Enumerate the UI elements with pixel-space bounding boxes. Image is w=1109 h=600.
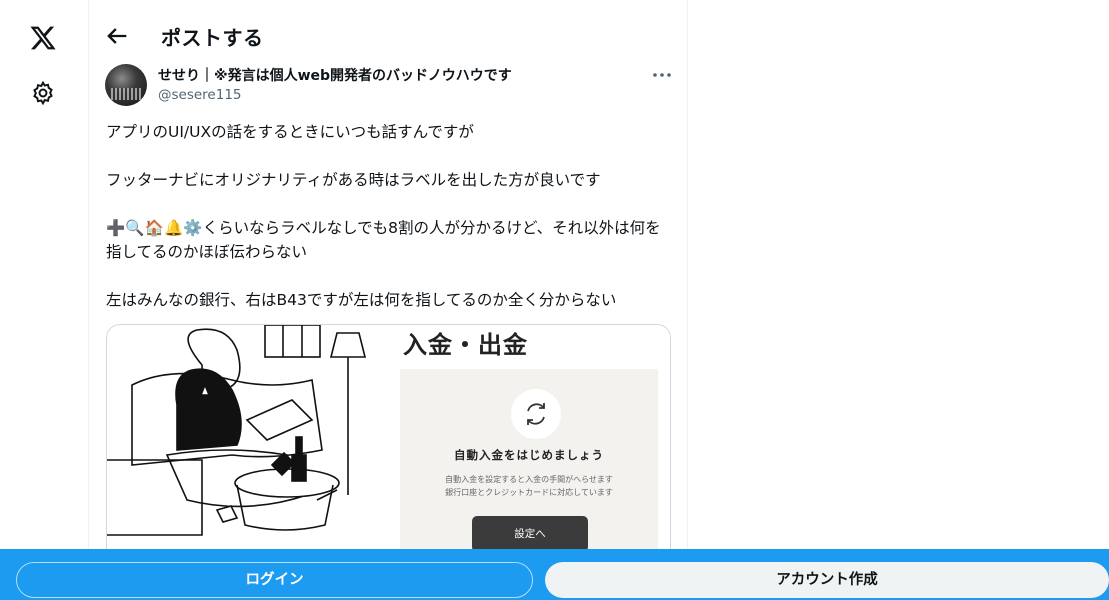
- screen-title: 入金・出金: [403, 331, 528, 359]
- post-column: ポストする せせり｜※発言は個人web開発者のバッドノウハウです @sesere…: [88, 0, 688, 600]
- bell-emoji: 🔔: [163, 219, 184, 237]
- emoji-row: ➕🔍🏠🔔⚙️: [106, 219, 203, 237]
- settings-button: 設定へ: [472, 516, 588, 552]
- avatar[interactable]: [105, 64, 147, 106]
- post-paragraph: フッターナビにオリジナリティがある時はラベルを出した方が良いです: [106, 171, 601, 189]
- media-card[interactable]: 入金・出金 自動入金をはじめましょう 自動入金を設定すると入金の手間がへらせます…: [106, 324, 671, 564]
- page-title: ポストする: [161, 26, 264, 50]
- panel-desc-line: 銀行口座とクレジットカードに対応しています: [445, 488, 613, 497]
- gear-icon[interactable]: [30, 80, 56, 106]
- post-paragraph: アプリのUI/UXの話をするときにいつも話すんですが: [106, 123, 474, 141]
- post-paragraph: ➕🔍🏠🔔⚙️くらいならラベルなしでも8割の人が分かるけど、それ以外は何を指してる…: [106, 216, 676, 264]
- post-paragraph: 左はみんなの銀行、右はB43ですが左は何を指してるのか全く分からない: [106, 291, 617, 309]
- handle[interactable]: @sesere115: [158, 87, 242, 103]
- more-horizontal-icon[interactable]: [650, 66, 674, 84]
- signup-button[interactable]: アカウント作成: [545, 562, 1109, 598]
- search-emoji: 🔍: [125, 219, 145, 237]
- login-button[interactable]: ログイン: [16, 562, 533, 598]
- refresh-icon: [511, 389, 561, 439]
- x-logo[interactable]: [29, 24, 57, 52]
- panel-desc: 自動入金を設定すると入金の手間がへらせます 銀行口座とクレジットカードに対応して…: [400, 473, 658, 499]
- panel-desc-line: 自動入金を設定すると入金の手間がへらせます: [445, 475, 613, 484]
- display-name[interactable]: せせり｜※発言は個人web開発者のバッドノウハウです: [158, 65, 512, 85]
- home-emoji: 🏠: [144, 219, 164, 237]
- screen-panel: 自動入金をはじめましょう 自動入金を設定すると入金の手間がへらせます 銀行口座と…: [400, 369, 658, 563]
- screenshot-image: 入金・出金 自動入金をはじめましょう 自動入金を設定すると入金の手間がへらせます…: [397, 325, 670, 563]
- panel-heading: 自動入金をはじめましょう: [454, 448, 604, 462]
- left-rail: [0, 0, 88, 600]
- post-text: アプリのUI/UXの話をするときにいつも話すんですが フッターナビにオリジナリテ…: [106, 120, 676, 336]
- illustration-image: [107, 325, 367, 536]
- arrow-left-icon[interactable]: [103, 22, 131, 50]
- gear-emoji: ⚙️: [183, 219, 203, 237]
- plus-emoji: ➕: [106, 219, 126, 237]
- bottom-bar: ログイン アカウント作成: [0, 549, 1109, 600]
- topbar: ポストする: [89, 0, 689, 72]
